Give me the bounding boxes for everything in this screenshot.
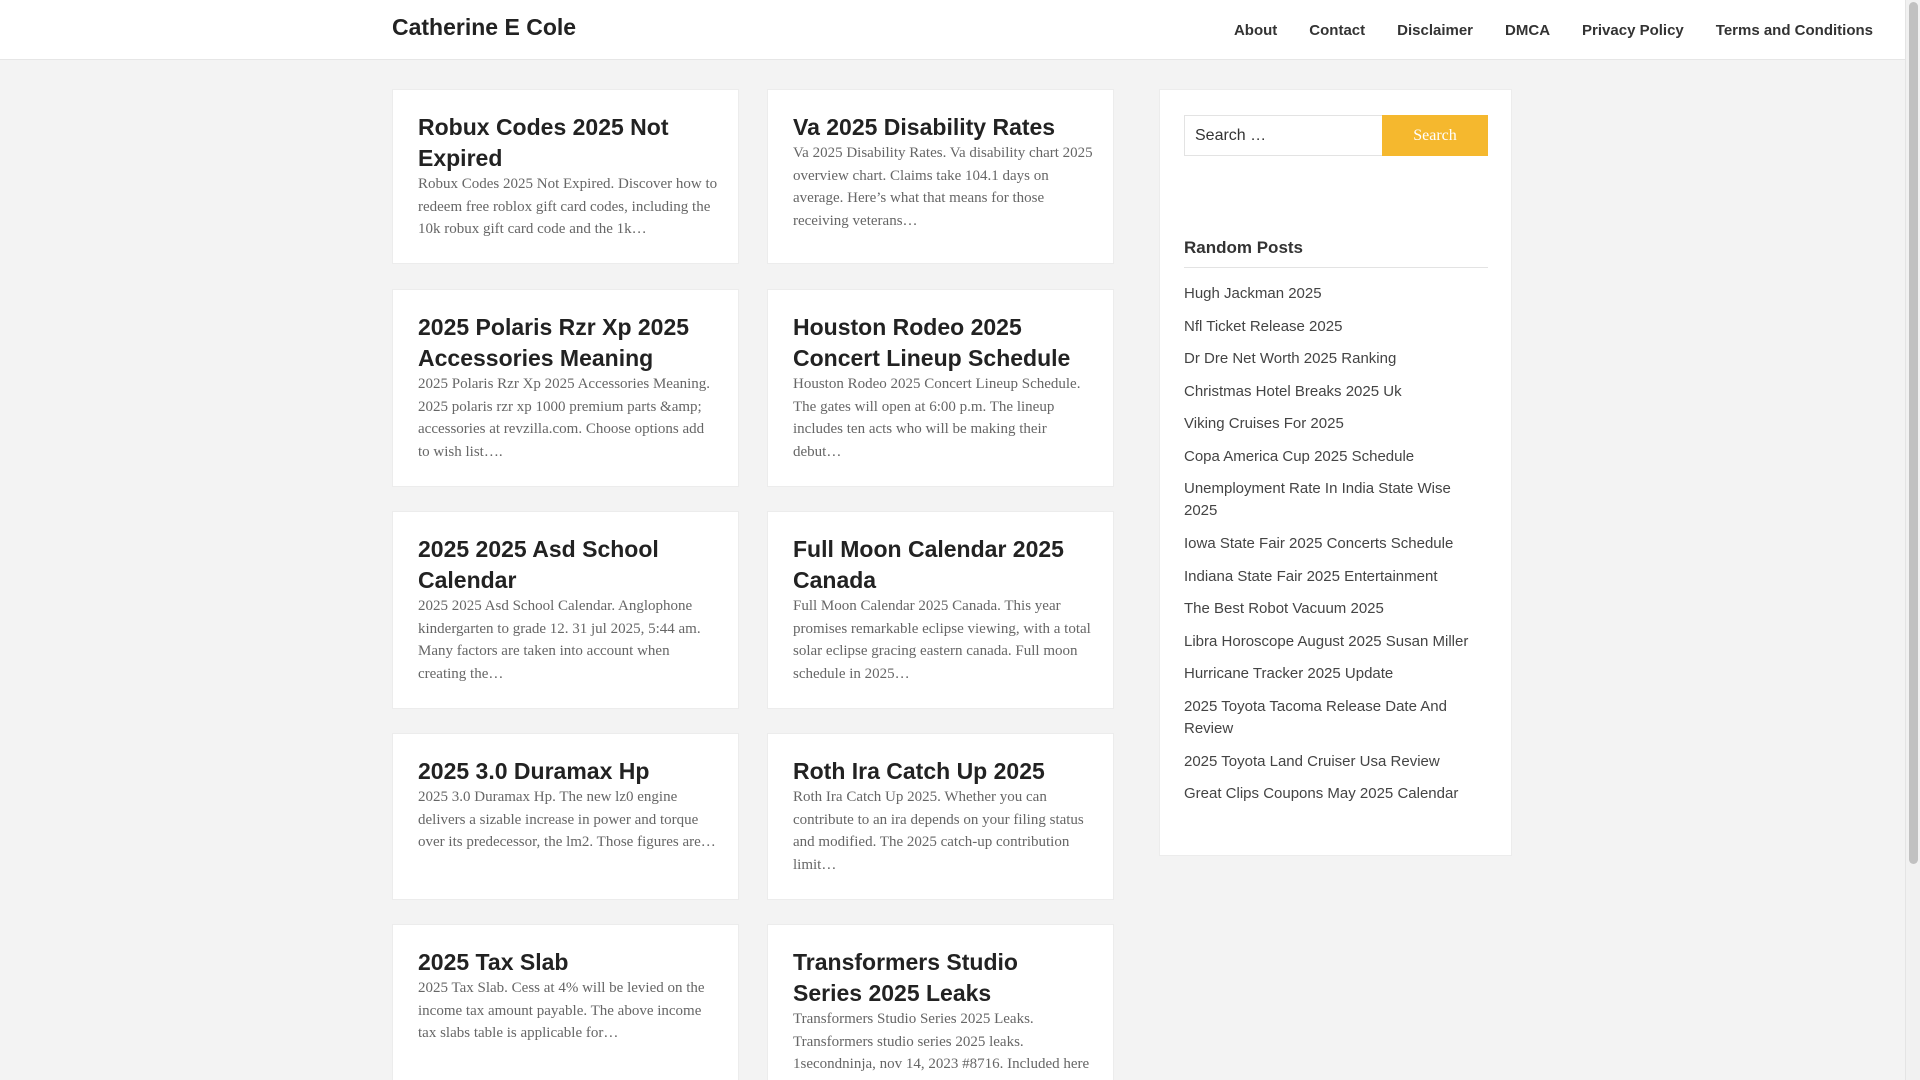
page-scrollbar[interactable] (1905, 0, 1920, 1080)
random-post-link[interactable]: 2025 Toyota Land Cruiser Usa Review (1184, 751, 1484, 773)
search-input[interactable] (1184, 115, 1384, 156)
random-post-link[interactable]: Christmas Hotel Breaks 2025 Uk (1184, 381, 1484, 403)
post-excerpt: 2025 Polaris Rzr Xp 2025 Accessories Mea… (418, 376, 711, 460)
post-title[interactable]: Full Moon Calendar 2025 Canada (793, 534, 1093, 596)
post-excerpt: 2025 2025 Asd School Calendar. Anglophon… (418, 598, 701, 682)
post-title[interactable]: Robux Codes 2025 Not Expired (418, 112, 718, 174)
nav-dmca[interactable]: DMCA (1505, 22, 1550, 39)
random-post-link[interactable]: Nfl Ticket Release 2025 (1184, 316, 1484, 338)
post-card: Houston Rodeo 2025 Concert Lineup Schedu… (767, 289, 1114, 487)
search-button[interactable]: Search (1382, 115, 1488, 156)
post-excerpt: Houston Rodeo 2025 Concert Lineup Schedu… (793, 376, 1081, 460)
post-title[interactable]: 2025 3.0 Duramax Hp (418, 756, 718, 787)
random-post-link[interactable]: Libra Horoscope August 2025 Susan Miller (1184, 631, 1484, 653)
nav-about[interactable]: About (1234, 22, 1277, 39)
post-card: 2025 3.0 Duramax Hp 2025 3.0 Duramax Hp.… (392, 733, 739, 900)
post-excerpt: Roth Ira Catch Up 2025. Whether you can … (793, 789, 1084, 873)
post-card: 2025 Tax Slab 2025 Tax Slab. Cess at 4% … (392, 924, 739, 1080)
random-post-link[interactable]: Indiana State Fair 2025 Entertainment (1184, 566, 1484, 588)
random-post-link[interactable]: Hugh Jackman 2025 (1184, 283, 1484, 305)
sidebar: Search Random Posts Hugh Jackman 2025 Nf… (1159, 89, 1512, 856)
random-post-link[interactable]: Unemployment Rate In India State Wise 20… (1184, 478, 1484, 522)
post-excerpt: Robux Codes 2025 Not Expired. Discover h… (418, 176, 718, 237)
post-card: 2025 2025 Asd School Calendar 2025 2025 … (392, 511, 739, 709)
main-nav: About Contact Disclaimer DMCA Privacy Po… (1234, 0, 1905, 60)
post-card: Robux Codes 2025 Not Expired Robux Codes… (392, 89, 739, 264)
post-title[interactable]: 2025 2025 Asd School Calendar (418, 534, 718, 596)
post-card: Transformers Studio Series 2025 Leaks Tr… (767, 924, 1114, 1080)
post-card: Roth Ira Catch Up 2025 Roth Ira Catch Up… (767, 733, 1114, 900)
site-title[interactable]: Catherine E Cole (392, 14, 576, 41)
post-title[interactable]: 2025 Polaris Rzr Xp 2025 Accessories Mea… (418, 312, 718, 374)
post-title[interactable]: Transformers Studio Series 2025 Leaks (793, 947, 1093, 1009)
random-post-link[interactable]: Viking Cruises For 2025 (1184, 413, 1484, 435)
random-post-link[interactable]: 2025 Toyota Tacoma Release Date And Revi… (1184, 696, 1484, 740)
post-card: 2025 Polaris Rzr Xp 2025 Accessories Mea… (392, 289, 739, 487)
post-excerpt: Va 2025 Disability Rates. Va disability … (793, 145, 1093, 229)
scrollbar-thumb[interactable] (1909, 2, 1918, 864)
random-post-link[interactable]: Great Clips Coupons May 2025 Calendar (1184, 783, 1484, 805)
post-card: Va 2025 Disability Rates Va 2025 Disabil… (767, 89, 1114, 264)
site-header: Catherine E Cole About Contact Disclaime… (0, 0, 1905, 60)
post-title[interactable]: Va 2025 Disability Rates (793, 112, 1093, 143)
post-title[interactable]: Roth Ira Catch Up 2025 (793, 756, 1093, 787)
nav-privacy-policy[interactable]: Privacy Policy (1582, 22, 1684, 39)
post-excerpt: 2025 3.0 Duramax Hp. The new lz0 engine … (418, 789, 716, 850)
post-title[interactable]: Houston Rodeo 2025 Concert Lineup Schedu… (793, 312, 1093, 374)
random-post-link[interactable]: Copa America Cup 2025 Schedule (1184, 446, 1484, 468)
random-posts-title: Random Posts (1184, 238, 1304, 257)
post-title[interactable]: 2025 Tax Slab (418, 947, 718, 978)
random-post-link[interactable]: The Best Robot Vacuum 2025 (1184, 598, 1484, 620)
post-excerpt: Transformers Studio Series 2025 Leaks. T… (793, 1011, 1090, 1072)
post-excerpt: 2025 Tax Slab. Cess at 4% will be levied… (418, 980, 705, 1041)
random-post-link[interactable]: Hurricane Tracker 2025 Update (1184, 663, 1484, 685)
nav-terms-and-conditions[interactable]: Terms and Conditions (1716, 22, 1873, 39)
random-post-link[interactable]: Dr Dre Net Worth 2025 Ranking (1184, 348, 1484, 370)
nav-disclaimer[interactable]: Disclaimer (1397, 22, 1473, 39)
nav-contact[interactable]: Contact (1309, 22, 1365, 39)
random-post-link[interactable]: Iowa State Fair 2025 Concerts Schedule (1184, 533, 1484, 555)
post-card: Full Moon Calendar 2025 Canada Full Moon… (767, 511, 1114, 709)
post-excerpt: Full Moon Calendar 2025 Canada. This yea… (793, 598, 1091, 682)
widget-divider (1184, 267, 1488, 268)
